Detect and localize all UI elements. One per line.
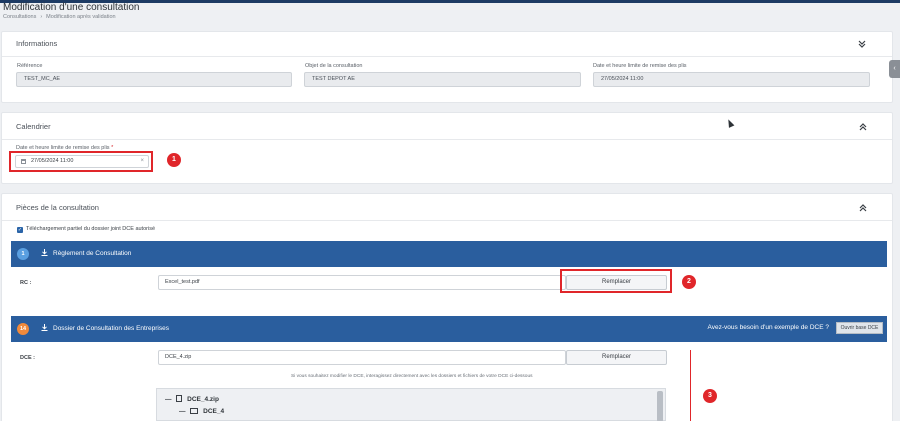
arrow-left-icon: ‹ — [893, 65, 896, 72]
tree-item-zip[interactable]: — DCE_4.zip — [165, 395, 219, 403]
download-icon[interactable] — [41, 324, 48, 333]
breadcrumb-item-consultations[interactable]: Consultations — [3, 14, 36, 20]
download-icon[interactable] — [41, 249, 48, 258]
breadcrumb-item-current: Modification après validation — [46, 14, 116, 20]
tree-item-label: DCE_4.zip — [187, 396, 219, 403]
breadcrumb-separator: › — [40, 14, 43, 20]
annotation-badge-3: 3 — [703, 389, 717, 403]
dce-example-question: Avez-vous besoin d'un exemple de DCE ? — [707, 324, 829, 331]
annotation-line-3 — [690, 350, 691, 421]
informations-title: Informations — [16, 39, 58, 48]
informations-card: Informations Référence TEST_MC_AE Objet … — [1, 31, 893, 103]
dce-example-button[interactable]: Ouvrir base DCE — [836, 322, 883, 334]
collapse-icon[interactable]: — — [165, 396, 172, 403]
annotation-box-2 — [560, 269, 672, 293]
chevron-double-down-icon[interactable] — [857, 40, 867, 50]
partial-download-label: Téléchargement partiel du dossier joint … — [26, 226, 156, 232]
rc-section-header[interactable]: 1 Règlement de Consultation — [11, 241, 887, 267]
rc-row-label: RC : — [20, 280, 32, 286]
tree-item-folder[interactable]: — DCE_4 — [179, 408, 224, 415]
divider — [2, 139, 892, 140]
folder-icon — [190, 408, 199, 414]
dce-hint-text: Si vous souhaitez modifier le DCE, inter… — [291, 374, 533, 379]
calendrier-title: Calendrier — [16, 122, 51, 131]
reference-label: Référence — [17, 63, 43, 69]
rc-number-badge: 1 — [17, 248, 29, 260]
tree-item-label: DCE_4 — [203, 408, 225, 415]
chevron-double-up-icon[interactable] — [858, 204, 868, 214]
dce-file-field: DCE_4.zip — [158, 350, 566, 365]
rc-file-field: Excel_test.pdf — [158, 275, 566, 290]
dce-number-badge: 14 — [17, 323, 29, 335]
breadcrumb: Consultations › Modification après validat… — [3, 14, 116, 20]
dce-replace-button[interactable]: Remplacer — [566, 350, 667, 365]
objet-field: TEST DEPOT AE — [304, 72, 581, 87]
annotation-badge-2: 2 — [682, 275, 696, 289]
dce-file-tree: — DCE_4.zip — DCE_4 — [156, 388, 666, 421]
divider — [2, 220, 892, 221]
tree-scrollbar[interactable] — [657, 391, 663, 421]
calendrier-card: Calendrier Date et heure limite de remis… — [1, 112, 893, 184]
file-icon — [176, 395, 183, 402]
reference-field: TEST_MC_AE — [16, 72, 292, 87]
dce-section-header[interactable]: 14 Dossier de Consultation des Entrepris… — [11, 316, 887, 342]
divider — [2, 56, 892, 57]
dce-section-title: Dossier de Consultation des Entreprises — [53, 325, 169, 332]
annotation-badge-1: 1 — [167, 153, 181, 167]
side-panel-tab[interactable]: ‹ — [889, 60, 900, 78]
objet-label: Objet de la consultation — [305, 63, 363, 69]
chevron-double-up-icon[interactable] — [858, 123, 868, 133]
annotation-box-1 — [9, 151, 153, 172]
collapse-icon[interactable]: — — [179, 408, 186, 415]
pieces-title: Pièces de la consultation — [16, 203, 99, 212]
page-title: Modification d'une consultation — [3, 2, 140, 13]
partial-download-checkbox[interactable]: ✓ — [17, 227, 23, 233]
rc-section-title: Règlement de Consultation — [53, 250, 132, 257]
dce-row-label: DCE : — [20, 355, 35, 361]
pieces-card: Pièces de la consultation ✓ Téléchargeme… — [1, 193, 893, 421]
date-limite-field: 27/05/2024 11:00 — [593, 72, 870, 87]
date-limite-label: Date et heure limite de remise des plis — [593, 63, 687, 69]
